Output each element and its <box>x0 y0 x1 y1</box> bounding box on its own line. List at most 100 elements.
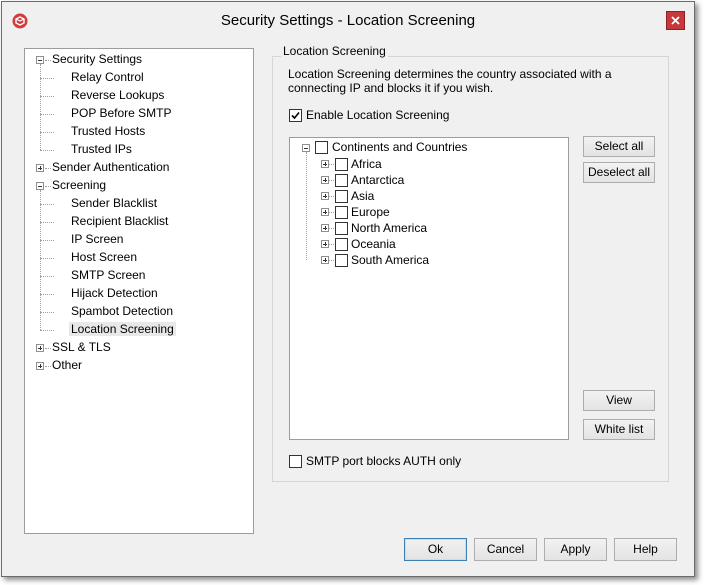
tree-connector <box>329 260 334 261</box>
continent-item-antarctica[interactable]: Antarctica <box>349 172 406 189</box>
title-bar: Security Settings - Location Screening <box>2 2 694 40</box>
continent-item-europe[interactable]: Europe <box>349 204 392 221</box>
continents-root-label: Continents and Countries <box>330 139 469 156</box>
expand-toggle-icon[interactable] <box>36 164 44 172</box>
ok-button[interactable]: Ok <box>404 538 467 561</box>
nav-item-label: Location Screening <box>69 322 176 336</box>
nav-item-recipient-blacklist[interactable]: Recipient Blacklist <box>69 213 170 230</box>
nav-item-trusted-hosts[interactable]: Trusted Hosts <box>69 123 147 140</box>
view-button[interactable]: View <box>583 390 655 411</box>
tree-connector <box>40 78 54 79</box>
continent-checkbox-europe[interactable] <box>335 206 348 219</box>
tree-connector <box>329 244 334 245</box>
continent-checkbox-oceania[interactable] <box>335 238 348 251</box>
tree-connector <box>329 196 334 197</box>
nav-item-host-screen[interactable]: Host Screen <box>69 249 139 266</box>
nav-item-label: Host Screen <box>71 250 138 264</box>
continent-checkbox-asia[interactable] <box>335 190 348 203</box>
tree-connector <box>329 212 334 213</box>
close-button[interactable] <box>666 11 685 30</box>
settings-nav-tree[interactable]: Security Settings Relay Control Reverse Lo… <box>24 48 254 534</box>
nav-item-reverse-lookups[interactable]: Reverse Lookups <box>69 87 166 104</box>
nav-item-label: Security Settings <box>52 52 143 66</box>
tree-connector <box>40 150 54 151</box>
continent-checkbox-africa[interactable] <box>335 158 348 171</box>
window-title: Security Settings - Location Screening <box>220 12 476 29</box>
close-icon <box>671 16 680 25</box>
nav-item-label: IP Screen <box>71 232 124 246</box>
nav-item-label: Trusted IPs <box>71 142 132 156</box>
nav-item-label: Trusted Hosts <box>71 124 146 138</box>
cancel-button[interactable]: Cancel <box>474 538 537 561</box>
expand-toggle-icon[interactable] <box>321 256 329 264</box>
continent-item-oceania[interactable]: Oceania <box>349 236 398 253</box>
continent-label: Europe <box>351 205 390 219</box>
tree-connector <box>40 240 54 241</box>
deselect-all-button[interactable]: Deselect all <box>583 162 655 183</box>
nav-item-ssl-tls[interactable]: SSL & TLS <box>50 339 113 356</box>
expand-toggle-icon[interactable] <box>36 344 44 352</box>
nav-item-screening[interactable]: Screening <box>50 177 108 194</box>
enable-location-screening-label[interactable]: Enable Location Screening <box>306 108 449 122</box>
nav-item-smtp-screen[interactable]: SMTP Screen <box>69 267 147 284</box>
continent-item-north-america[interactable]: North America <box>349 220 429 237</box>
continent-checkbox-antarctica[interactable] <box>335 174 348 187</box>
continent-label: Oceania <box>351 237 396 251</box>
collapse-toggle-icon[interactable] <box>302 144 310 152</box>
tree-connector <box>40 312 54 313</box>
nav-item-sender-blacklist[interactable]: Sender Blacklist <box>69 195 159 212</box>
continent-checkbox-south-america[interactable] <box>335 254 348 267</box>
country-tree[interactable]: Continents and Countries Africa Antarctica… <box>289 137 569 440</box>
nav-item-label: POP Before SMTP <box>71 106 172 120</box>
collapse-toggle-icon[interactable] <box>36 56 44 64</box>
collapse-toggle-icon[interactable] <box>36 182 44 190</box>
continents-root-checkbox[interactable] <box>315 141 328 154</box>
select-all-button[interactable]: Select all <box>583 136 655 157</box>
nav-item-sender-authentication[interactable]: Sender Authentication <box>50 159 171 176</box>
continent-label: Asia <box>351 189 375 203</box>
nav-item-label: Sender Authentication <box>52 160 170 174</box>
expand-toggle-icon[interactable] <box>36 362 44 370</box>
continent-item-south-america[interactable]: South America <box>349 252 431 269</box>
nav-item-hijack-detection[interactable]: Hijack Detection <box>69 285 160 302</box>
continent-checkbox-north-america[interactable] <box>335 222 348 235</box>
tree-connector <box>40 96 54 97</box>
expand-toggle-icon[interactable] <box>321 192 329 200</box>
expand-toggle-icon[interactable] <box>321 176 329 184</box>
expand-toggle-icon[interactable] <box>321 208 329 216</box>
nav-item-label: Hijack Detection <box>71 286 158 300</box>
continent-item-africa[interactable]: Africa <box>349 156 384 173</box>
continent-label: North America <box>351 221 428 235</box>
help-button[interactable]: Help <box>614 538 677 561</box>
nav-item-ip-screen[interactable]: IP Screen <box>69 231 125 248</box>
nav-item-location-screening[interactable]: Location Screening <box>69 321 176 338</box>
tree-connector <box>40 204 54 205</box>
tree-connector <box>329 164 334 165</box>
tree-connector <box>40 294 54 295</box>
nav-item-label: Other <box>52 358 83 372</box>
white-list-button[interactable]: White list <box>583 419 655 440</box>
nav-item-security-settings[interactable]: Security Settings <box>50 51 144 68</box>
expand-toggle-icon[interactable] <box>321 240 329 248</box>
checkmark-icon <box>291 111 300 120</box>
tree-connector <box>329 180 334 181</box>
nav-item-spambot-detection[interactable]: Spambot Detection <box>69 303 175 320</box>
smtp-auth-only-label[interactable]: SMTP port blocks AUTH only <box>306 454 461 468</box>
group-title: Location Screening <box>281 44 388 58</box>
nav-item-pop-before-smtp[interactable]: POP Before SMTP <box>69 105 173 122</box>
apply-button[interactable]: Apply <box>544 538 607 561</box>
expand-toggle-icon[interactable] <box>321 160 329 168</box>
tree-connector <box>306 152 307 260</box>
enable-location-screening-checkbox[interactable] <box>289 109 302 122</box>
smtp-auth-only-checkbox[interactable] <box>289 455 302 468</box>
nav-item-label: Reverse Lookups <box>71 88 165 102</box>
nav-item-label: Sender Blacklist <box>71 196 158 210</box>
nav-item-trusted-ips[interactable]: Trusted IPs <box>69 141 134 158</box>
expand-toggle-icon[interactable] <box>321 224 329 232</box>
nav-item-other[interactable]: Other <box>50 357 84 374</box>
tree-connector <box>40 258 54 259</box>
nav-item-relay-control[interactable]: Relay Control <box>69 69 146 86</box>
continent-item-asia[interactable]: Asia <box>349 188 376 205</box>
tree-connector <box>40 330 54 331</box>
tree-root-label: Continents and Countries <box>332 140 468 154</box>
